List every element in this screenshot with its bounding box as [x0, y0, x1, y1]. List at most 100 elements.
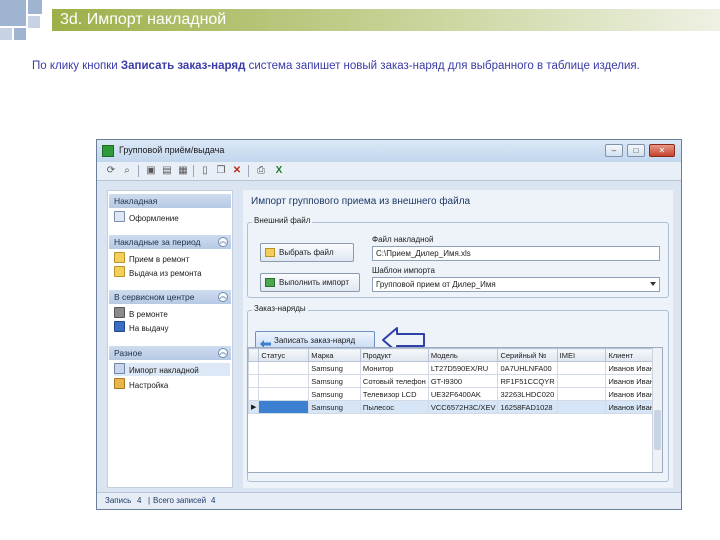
run-import-button[interactable]: Выполнить импорт — [260, 273, 360, 292]
table-cell[interactable]: 32263LHDC020 — [497, 387, 558, 401]
slide-title: 3d. Импорт накладной — [60, 10, 226, 30]
nav-item-label: На выдачу — [129, 324, 169, 333]
table-cell[interactable]: 16258FAD1028 — [497, 400, 558, 414]
table-cell[interactable] — [258, 400, 310, 414]
column-header[interactable]: IMEI — [556, 348, 607, 362]
sidebar: Накладная Оформление Накладные за период… — [107, 190, 233, 488]
table-cell[interactable] — [258, 361, 310, 375]
save-icon[interactable]: ▣ — [145, 165, 157, 177]
import-icon — [114, 363, 125, 374]
table-header-row: Статус Марка Продукт Модель Серийный № I… — [248, 348, 662, 362]
slide-caption: По клику кнопки Записать заказ-наряд сис… — [32, 60, 640, 72]
window-titlebar[interactable]: Групповой приём/выдача – □ ✕ — [97, 140, 681, 162]
caption-bold: Записать заказ-наряд — [120, 60, 246, 72]
record-value: 4 — [137, 496, 142, 505]
scrollbar-thumb[interactable] — [654, 410, 661, 450]
nav-item-for-pickup[interactable]: На выдачу — [114, 321, 230, 334]
table-cell[interactable]: 0A7UHLNFA00 — [497, 361, 558, 375]
table-cell[interactable] — [556, 400, 607, 414]
nav-item-repair-out[interactable]: Выдача из ремонта — [114, 266, 230, 279]
table-cell[interactable]: Samsung — [308, 400, 361, 414]
status-bar: Запись 4 | Всего записей 4 — [97, 492, 681, 509]
refresh-icon[interactable]: ⟳ — [105, 165, 117, 177]
row-indicator — [248, 374, 260, 388]
table-cell[interactable]: Samsung — [308, 387, 361, 401]
print-icon[interactable]: ⎙ — [255, 165, 267, 177]
decor-square — [28, 16, 40, 28]
table-cell[interactable]: RF1F51CCQYR — [497, 374, 558, 388]
total-value: 4 — [211, 496, 216, 505]
minimize-button[interactable]: – — [605, 144, 623, 157]
table-row[interactable]: Samsung Телевизор LCD UE32F6400AK 32263L… — [248, 387, 662, 401]
table-cell[interactable]: Монитор — [359, 361, 429, 375]
nav-item-repair-in[interactable]: Прием в ремонт — [114, 252, 230, 265]
table-cell[interactable]: UE32F6400AK — [427, 387, 499, 401]
table-cell[interactable]: Samsung — [308, 361, 361, 375]
table-row[interactable]: Samsung Монитор LT27D590EX/RU 0A7UHLNFA0… — [248, 361, 662, 375]
row-indicator-header — [248, 348, 260, 362]
table-cell[interactable]: Сотовый телефон — [359, 374, 429, 388]
nav-group-invoice[interactable]: Накладная — [109, 194, 231, 208]
choose-file-label: Выбрать файл — [279, 248, 334, 257]
table-cell[interactable] — [556, 374, 607, 388]
toolbar-separator — [248, 165, 249, 177]
nav-item-label: Импорт накладной — [129, 366, 199, 375]
nav-group-misc[interactable]: Разное ︽ — [109, 346, 231, 360]
column-header[interactable]: Продукт — [359, 348, 429, 362]
print-preview-icon[interactable]: ▦ — [177, 165, 189, 177]
table-cell[interactable]: Телевизор LCD — [359, 387, 429, 401]
table-cell[interactable]: Пылесос — [359, 400, 429, 414]
nav-group-label: Разное — [114, 348, 143, 358]
column-header[interactable]: Модель — [427, 348, 499, 362]
excel-icon[interactable]: X — [273, 165, 285, 177]
app-window: Групповой приём/выдача – □ ✕ ⟳ ⌕ ▣ ▤ ▦ ▯… — [96, 139, 682, 510]
template-select[interactable]: Групповой прием от Дилер_Имя — [372, 277, 660, 292]
vertical-scrollbar[interactable] — [652, 348, 662, 472]
nav-item-form[interactable]: Оформление — [114, 211, 230, 224]
arrow-left-icon — [260, 337, 271, 348]
table-cell[interactable]: LT27D590EX/RU — [427, 361, 499, 375]
folder-icon — [114, 266, 125, 277]
nav-item-in-repair[interactable]: В ремонте — [114, 307, 230, 320]
external-file-group: Внешний файл Выбрать файл Выполнить импо… — [247, 216, 669, 298]
decor-square — [14, 28, 26, 40]
nav-group-period[interactable]: Накладные за период ︽ — [109, 235, 231, 249]
nav-group-service[interactable]: В сервисном центре ︽ — [109, 290, 231, 304]
nav-item-settings[interactable]: Настройка — [114, 378, 230, 391]
chevron-up-icon[interactable]: ︽ — [218, 292, 228, 302]
table-cell[interactable] — [258, 374, 310, 388]
table-cell[interactable]: GT-I9300 — [427, 374, 499, 388]
orders-legend: Заказ-наряды — [252, 304, 308, 313]
slide-number: 3d. — [60, 11, 83, 28]
choose-file-button[interactable]: Выбрать файл — [260, 243, 354, 262]
table-cell[interactable]: VCC6572H3C/XEV — [427, 400, 499, 414]
table-row-current[interactable]: ▶ Samsung Пылесос VCC6572H3C/XEV 16258FA… — [248, 400, 662, 414]
file-path-field[interactable]: C:\Прием_Дилер_Имя.xls — [372, 246, 660, 261]
table-cell[interactable] — [258, 387, 310, 401]
delete-icon[interactable]: ✕ — [231, 165, 243, 177]
search-icon[interactable]: ⌕ — [121, 165, 133, 177]
chevron-up-icon[interactable]: ︽ — [218, 348, 228, 358]
column-header[interactable]: Серийный № — [497, 348, 558, 362]
column-header[interactable]: Статус — [258, 348, 310, 362]
template-value: Групповой прием от Дилер_Имя — [376, 280, 496, 289]
import-icon — [265, 278, 275, 287]
table-cell[interactable]: Samsung — [308, 374, 361, 388]
decor-square — [0, 0, 26, 26]
save-all-icon[interactable]: ▤ — [161, 165, 173, 177]
nav-item-label: Выдача из ремонта — [129, 269, 202, 278]
new-document-icon[interactable]: ▯ — [199, 165, 211, 177]
column-header[interactable]: Марка — [308, 348, 361, 362]
copy-icon[interactable]: ❐ — [215, 165, 227, 177]
table-cell[interactable] — [556, 361, 607, 375]
maximize-button[interactable]: □ — [627, 144, 645, 157]
table-row[interactable]: Samsung Сотовый телефон GT-I9300 RF1F51C… — [248, 374, 662, 388]
chevron-down-icon[interactable] — [650, 282, 656, 286]
close-button[interactable]: ✕ — [649, 144, 675, 157]
chevron-up-icon[interactable]: ︽ — [218, 237, 228, 247]
main-panel: Импорт группового приема из внешнего фай… — [243, 190, 673, 488]
table-cell[interactable] — [556, 387, 607, 401]
caption-text: По клику кнопки — [32, 60, 121, 72]
nav-item-import[interactable]: Импорт накладной — [114, 363, 230, 376]
slide-title-text: Импорт накладной — [86, 11, 227, 28]
